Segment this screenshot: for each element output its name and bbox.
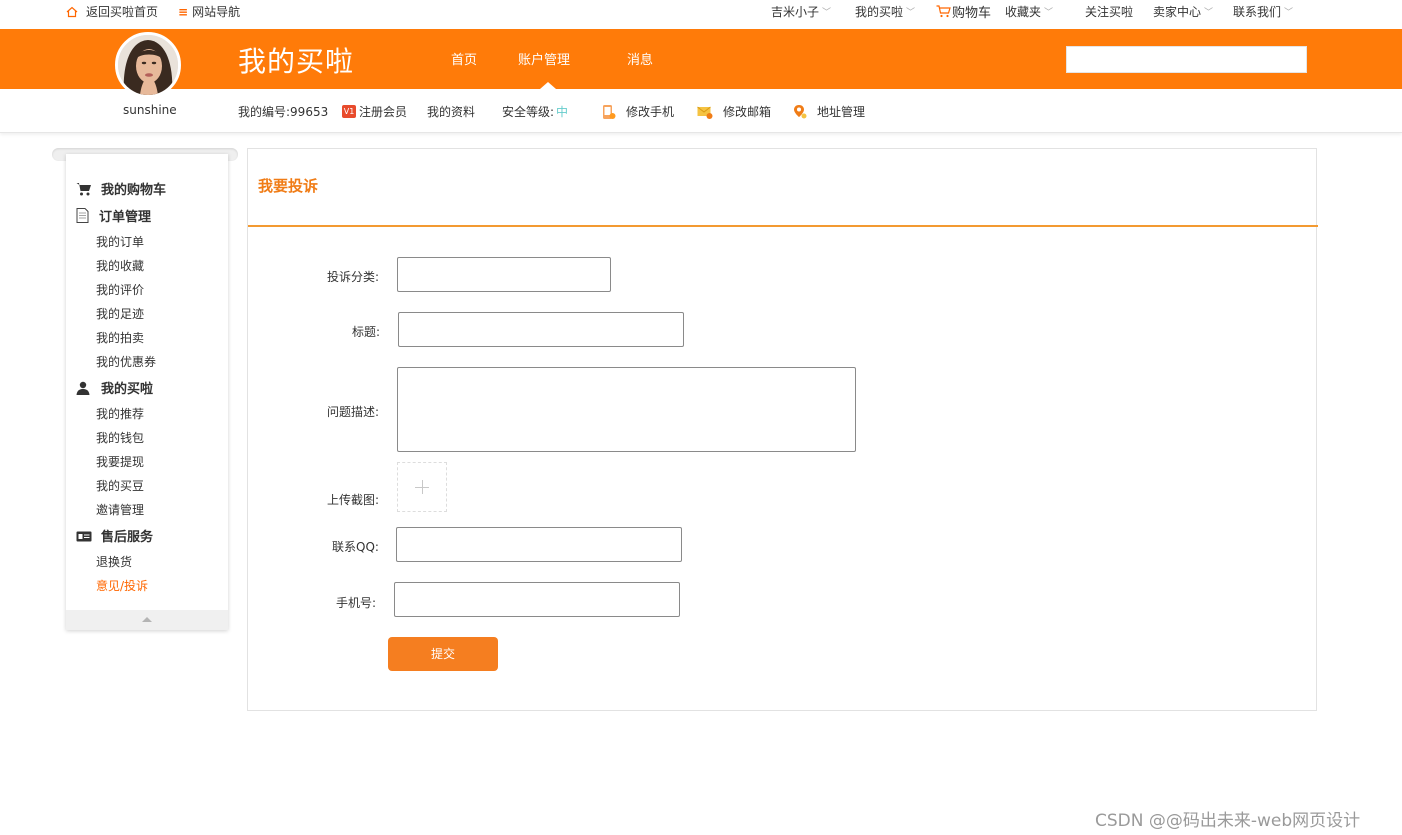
contact-label: 联系我们 bbox=[1233, 5, 1282, 19]
submit-button[interactable]: 提交 bbox=[388, 637, 498, 671]
sidebar-item-my-reviews[interactable]: 我的评价 bbox=[96, 281, 144, 298]
member-level-label: 注册会员 bbox=[359, 105, 408, 119]
mail-icon bbox=[697, 106, 713, 119]
sidebar-item-withdraw[interactable]: 我要提现 bbox=[96, 453, 144, 470]
my-maila-label: 我的买啦 bbox=[855, 5, 904, 19]
favorites-menu[interactable]: 收藏夹 ﹀ bbox=[1005, 3, 1053, 20]
active-nav-indicator bbox=[540, 82, 556, 89]
phone-icon bbox=[603, 104, 616, 119]
edit-phone-label: 修改手机 bbox=[626, 105, 675, 119]
home-link[interactable]: 返回买啦首页 bbox=[66, 3, 158, 20]
subject-label: 标题: bbox=[352, 325, 381, 339]
nav-messages[interactable]: 消息 bbox=[627, 49, 653, 68]
qq-field[interactable] bbox=[396, 527, 682, 562]
home-icon bbox=[66, 6, 78, 17]
document-icon bbox=[76, 208, 89, 223]
qq-label: 联系QQ: bbox=[332, 540, 379, 554]
avatar-portrait-icon bbox=[118, 35, 178, 95]
sidebar-item-feedback[interactable]: 意见/投诉 bbox=[96, 577, 148, 594]
search-input[interactable] bbox=[1066, 46, 1307, 73]
sidebar-group-orders-label: 订单管理 bbox=[99, 210, 152, 225]
description-label: 问题描述: bbox=[327, 405, 380, 419]
cart-icon bbox=[76, 182, 91, 195]
chevron-down-icon: ﹀ bbox=[1204, 8, 1214, 18]
sidebar-item-my-orders[interactable]: 我的订单 bbox=[96, 233, 144, 250]
edit-email-link[interactable]: 修改邮箱 bbox=[697, 103, 771, 120]
sidebar-collapse-button[interactable] bbox=[66, 610, 228, 630]
chevron-down-icon: ﹀ bbox=[822, 8, 832, 18]
sidebar-group-my-maila-label: 我的买啦 bbox=[101, 382, 154, 397]
edit-email-label: 修改邮箱 bbox=[723, 105, 772, 119]
sidebar-item-my-wallet[interactable]: 我的钱包 bbox=[96, 429, 144, 446]
address-link[interactable]: 地址管理 bbox=[793, 103, 865, 120]
sidebar-item-my-recommendations[interactable]: 我的推荐 bbox=[96, 405, 144, 422]
nav-home[interactable]: 首页 bbox=[451, 49, 477, 68]
sidebar-item-my-beans[interactable]: 我的买豆 bbox=[96, 477, 144, 494]
cart-icon bbox=[936, 5, 951, 18]
nav-account[interactable]: 账户管理 bbox=[518, 49, 570, 68]
seller-center-menu[interactable]: 卖家中心 ﹀ bbox=[1153, 3, 1213, 20]
sidebar-group-cart[interactable]: 我的购物车 bbox=[76, 179, 166, 198]
seller-center-label: 卖家中心 bbox=[1153, 5, 1202, 19]
category-label: 投诉分类: bbox=[327, 270, 380, 284]
subject-field[interactable] bbox=[398, 312, 684, 347]
sidebar-group-after-sales-label: 售后服务 bbox=[101, 530, 154, 545]
member-level[interactable]: V1 注册会员 bbox=[342, 103, 407, 120]
security-level: 安全等级: 中 bbox=[502, 103, 568, 120]
user-menu[interactable]: 吉米小子 ﹀ bbox=[771, 3, 831, 20]
sidebar-item-my-footprints[interactable]: 我的足迹 bbox=[96, 305, 144, 322]
chevron-up-icon bbox=[142, 617, 152, 622]
id-card-icon bbox=[76, 531, 92, 541]
username: sunshine bbox=[123, 103, 177, 117]
edit-phone-link[interactable]: 修改手机 bbox=[602, 103, 674, 120]
sidebar-group-after-sales[interactable]: 售后服务 bbox=[76, 526, 153, 545]
phone-label: 手机号: bbox=[336, 596, 377, 610]
sidebar-item-my-auctions[interactable]: 我的拍卖 bbox=[96, 329, 144, 346]
my-maila-menu[interactable]: 我的买啦 ﹀ bbox=[855, 3, 915, 20]
cart-link-label: 购物车 bbox=[952, 6, 992, 21]
profile-info-bar: 我的编号:99653 V1 注册会员 我的资料 安全等级: 中 修改手机 修改邮箱… bbox=[0, 89, 1402, 133]
user-menu-label: 吉米小子 bbox=[771, 5, 820, 19]
brand-title[interactable]: 我的买啦 bbox=[238, 40, 354, 80]
phone-field[interactable] bbox=[394, 582, 680, 617]
vip-badge-icon: V1 bbox=[342, 105, 356, 118]
security-level-value: 中 bbox=[556, 105, 569, 119]
list-icon: ≡ bbox=[178, 4, 189, 19]
follow-label: 关注买啦 bbox=[1085, 5, 1134, 19]
site-nav-link[interactable]: ≡ 网站导航 bbox=[178, 3, 240, 20]
chevron-down-icon: ﹀ bbox=[1044, 8, 1054, 18]
follow-link[interactable]: 关注买啦 bbox=[1085, 3, 1133, 20]
upload-label: 上传截图: bbox=[327, 493, 380, 507]
category-field[interactable] bbox=[397, 257, 611, 292]
sidebar-group-cart-label: 我的购物车 bbox=[101, 183, 167, 198]
chevron-down-icon: ﹀ bbox=[906, 8, 916, 18]
sidebar: 我的购物车 订单管理 我的订单 我的收藏 我的评价 我的足迹 我的拍卖 我的优惠… bbox=[66, 154, 228, 630]
upload-screenshot-button[interactable] bbox=[397, 462, 447, 512]
address-label: 地址管理 bbox=[817, 105, 866, 119]
location-pin-icon bbox=[794, 104, 807, 118]
plus-icon-vertical bbox=[422, 480, 423, 494]
avatar[interactable] bbox=[115, 32, 181, 98]
title-divider bbox=[248, 225, 1318, 227]
chevron-down-icon: ﹀ bbox=[1284, 8, 1294, 18]
top-bar: 返回买啦首页 ≡ 网站导航 吉米小子 ﹀ 我的买啦 ﹀ 购物车 收藏夹 ﹀ 关注买啦 … bbox=[0, 0, 1402, 29]
contact-menu[interactable]: 联系我们 ﹀ bbox=[1233, 3, 1293, 20]
sidebar-item-returns[interactable]: 退换货 bbox=[96, 553, 132, 570]
cart-link[interactable]: 购物车 bbox=[936, 2, 991, 21]
user-id: 我的编号:99653 bbox=[238, 105, 329, 119]
site-nav-label: 网站导航 bbox=[192, 5, 241, 19]
watermark: CSDN @@码出未来-web网页设计 bbox=[1095, 811, 1361, 831]
sidebar-item-invitations[interactable]: 邀请管理 bbox=[96, 501, 144, 518]
sidebar-group-orders[interactable]: 订单管理 bbox=[76, 206, 151, 225]
page-title: 我要投诉 bbox=[258, 177, 319, 195]
description-field[interactable] bbox=[397, 367, 856, 452]
person-icon bbox=[76, 381, 90, 395]
home-link-label: 返回买啦首页 bbox=[86, 5, 159, 19]
my-info-link[interactable]: 我的资料 bbox=[427, 103, 475, 120]
favorites-label: 收藏夹 bbox=[1005, 5, 1042, 19]
security-level-label: 安全等级: bbox=[502, 105, 555, 119]
sidebar-group-my-maila[interactable]: 我的买啦 bbox=[76, 378, 153, 397]
sidebar-item-my-favorites[interactable]: 我的收藏 bbox=[96, 257, 144, 274]
sidebar-item-my-coupons[interactable]: 我的优惠券 bbox=[96, 353, 156, 370]
